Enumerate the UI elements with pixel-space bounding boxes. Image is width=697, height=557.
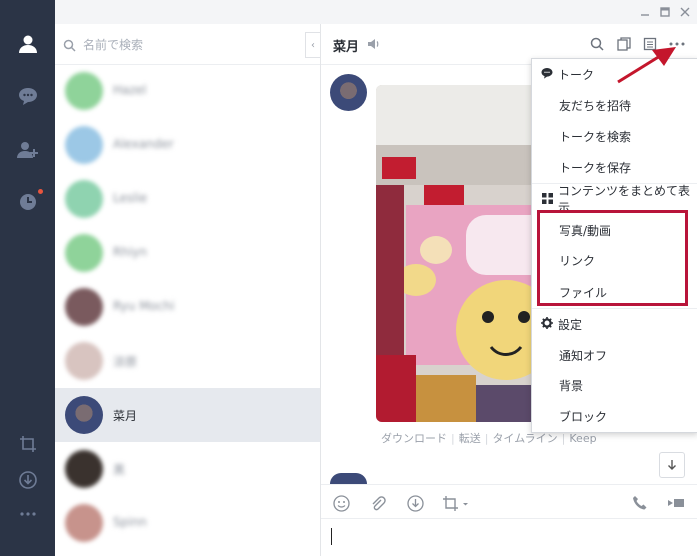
friend-list-item[interactable]: Rhiyn: [55, 226, 320, 280]
friend-list-item[interactable]: Spinn: [55, 496, 320, 550]
menu-label-invite: 友だちを招待: [559, 98, 632, 113]
friend-name: Alexander: [113, 137, 174, 151]
menu-label-settings: 設定: [558, 317, 583, 332]
avatar: [65, 396, 103, 434]
speaker-icon[interactable]: [366, 36, 382, 52]
crop-icon[interactable]: [441, 494, 471, 512]
annotation-arrow-icon: [617, 47, 676, 84]
notification-dot: [38, 189, 43, 194]
search-icon[interactable]: [589, 36, 605, 52]
phone-icon[interactable]: [631, 494, 649, 512]
menu-item-block[interactable]: ブロック: [532, 401, 697, 431]
avatar: [65, 180, 103, 218]
minimize-icon[interactable]: [637, 4, 653, 20]
smile-icon[interactable]: [332, 494, 350, 512]
scroll-down-button[interactable]: [659, 452, 685, 478]
search-bar: ‹: [55, 24, 320, 65]
chevron-left-icon: ‹: [311, 39, 315, 51]
download-icon[interactable]: [406, 494, 424, 512]
avatar: [65, 450, 103, 488]
search-input[interactable]: [81, 35, 285, 55]
text-caret: [331, 528, 332, 545]
gear-icon: [541, 317, 553, 329]
friend-list-item[interactable]: 涼原: [55, 334, 320, 388]
maximize-icon[interactable]: [657, 4, 673, 20]
paperclip-icon[interactable]: [368, 494, 386, 512]
menu-item-invite[interactable]: 友だちを招待: [532, 90, 697, 120]
menu-item-background[interactable]: 背景: [532, 370, 697, 400]
sender-avatar[interactable]: [330, 74, 367, 111]
avatar: [65, 342, 103, 380]
friend-name: Hazel: [113, 83, 147, 97]
download-circle-icon[interactable]: [14, 466, 42, 494]
friend-name: Spinn: [113, 515, 147, 529]
friend-name: 菜月: [113, 409, 138, 423]
chat-bubble-icon: [541, 67, 553, 79]
menu-label-background: 背景: [559, 378, 584, 393]
menu-label-block: ブロック: [559, 409, 608, 424]
menu-label-save-talk: トークを保存: [559, 160, 632, 175]
friend-name: Rhiyn: [113, 245, 147, 259]
avatar: [65, 234, 103, 272]
friend-name: 涼原: [113, 355, 138, 369]
friend-name: 黒: [113, 463, 126, 477]
friend-list-item[interactable]: 黒: [55, 442, 320, 496]
avatar: [65, 288, 103, 326]
friend-name: Leslie: [113, 191, 148, 205]
video-icon[interactable]: [667, 494, 685, 512]
timeline-link[interactable]: タイムライン: [488, 432, 561, 445]
crop-icon[interactable]: [14, 430, 42, 458]
add-friend-icon[interactable]: [14, 136, 42, 164]
close-icon[interactable]: [677, 4, 693, 20]
message-input[interactable]: [321, 518, 697, 557]
highlight-box: [537, 210, 688, 306]
avatar: [65, 126, 103, 164]
menu-item-notify-off[interactable]: 通知オフ: [532, 340, 697, 370]
title-bar: [55, 0, 697, 25]
menu-label-notify-off: 通知オフ: [559, 348, 608, 363]
left-nav: [0, 0, 55, 556]
menu-item-search-talk[interactable]: トークを検索: [532, 121, 697, 151]
search-icon: [63, 37, 76, 56]
download-link[interactable]: ダウンロード: [377, 432, 451, 445]
avatar: [65, 504, 103, 542]
chat-title: 菜月: [333, 40, 360, 55]
friend-list-item[interactable]: Ryu Mochi: [55, 280, 320, 334]
menu-label-talk: トーク: [558, 67, 595, 82]
friend-list-item[interactable]: Alexander: [55, 118, 320, 172]
chat-toolbar: [321, 484, 697, 519]
friend-list-item[interactable]: Leslie: [55, 172, 320, 226]
collapse-panel-button[interactable]: ‹: [305, 32, 320, 58]
friend-list-panel: ‹ Hazel Alexander Leslie Rhiyn Ryu Mochi 涼原菜月…: [55, 24, 321, 556]
sender-avatar-partial: [330, 473, 367, 484]
menu-label-search-talk: トークを検索: [559, 129, 632, 144]
friend-name: Ryu Mochi: [113, 299, 175, 313]
menu-section-settings: 設定: [532, 309, 697, 339]
grid-icon: [541, 192, 553, 204]
friend-list-item[interactable]: Hazel: [55, 64, 320, 118]
avatar: [65, 72, 103, 110]
person-icon[interactable]: [14, 30, 42, 58]
forward-link[interactable]: 転送: [455, 432, 485, 445]
chat-bubble-icon[interactable]: [14, 82, 42, 110]
line-app-window: ‹ HazelAlexanderLeslieRhiynRyu Mochi涼原菜月…: [0, 0, 697, 556]
more-icon[interactable]: [14, 500, 42, 528]
arrow-down-icon: [666, 456, 678, 475]
friend-list-item[interactable]: 菜月: [55, 388, 320, 442]
menu-item-save-talk[interactable]: トークを保存: [532, 152, 697, 182]
keep-link[interactable]: Keep: [565, 432, 600, 445]
